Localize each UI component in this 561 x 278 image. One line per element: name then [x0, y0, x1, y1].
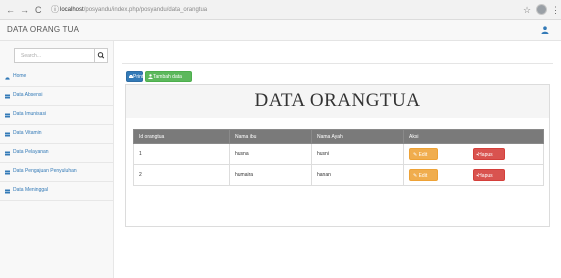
pencil-icon: ✎: [413, 173, 418, 179]
search-input[interactable]: [15, 49, 94, 62]
url-path: /posyandu/index.php/posyandu/data_orangt…: [83, 7, 208, 13]
sidebar-item-label: Data Vitamin: [13, 130, 42, 136]
table-icon: [5, 113, 10, 118]
sidebar-menu: Home Data Absensi Data Imunisasi Data Vi…: [0, 68, 113, 201]
browser-menu-icon[interactable]: ⋮: [551, 3, 560, 17]
info-icon[interactable]: ⓘ: [51, 3, 59, 17]
browser-toolbar: ← → C ⓘ localhost/posyandu/index.php/pos…: [0, 0, 561, 20]
cell-nama-ayah: hanan: [311, 164, 404, 186]
edit-label: Edit: [418, 173, 428, 179]
url-host: localhost: [60, 7, 84, 13]
cell-nama-ibu: humaira: [229, 164, 312, 186]
add-data-button-label: Tambah data: [153, 74, 182, 80]
edit-button[interactable]: ✎ Edit: [409, 169, 438, 181]
table-icon: [5, 170, 10, 175]
delete-label: Hapus: [478, 152, 493, 158]
column-header-id: Id orangtua: [133, 129, 230, 144]
print-button-label: Print: [133, 74, 144, 80]
cell-actions: ✎ Edit ▪Hapus: [403, 143, 544, 165]
cell-actions: ✎ Edit ▪Hapus: [403, 164, 544, 186]
sidebar-item-label: Data Pelayanan: [13, 149, 49, 155]
delete-button[interactable]: ▪Hapus: [473, 148, 506, 160]
edit-button[interactable]: ✎ Edit: [409, 148, 438, 160]
address-bar[interactable]: localhost/posyandu/index.php/posyandu/da…: [60, 3, 207, 17]
user-icon[interactable]: [541, 26, 549, 34]
table-icon: [5, 151, 10, 156]
sidebar-item-imunisasi[interactable]: Data Imunisasi: [0, 106, 113, 125]
table-icon: [5, 94, 10, 99]
search-button[interactable]: [94, 49, 107, 62]
column-header-nama-ayah: Nama Ayah: [311, 129, 404, 144]
cell-nama-ibu: husna: [229, 143, 312, 165]
delete-button[interactable]: ▪Hapus: [473, 169, 506, 181]
sidebar-item-label: Data Absensi: [13, 92, 43, 98]
sidebar-item-home[interactable]: Home: [0, 68, 113, 87]
main-content: Print Tambah data DATA ORANGTUA Id orang…: [114, 41, 561, 278]
dashboard-icon: [5, 77, 10, 80]
app-brand[interactable]: DATA ORANG TUA: [7, 25, 79, 34]
table-icon: [5, 189, 10, 194]
sidebar-item-penyuluhan[interactable]: Data Pengajuan Penyuluhan: [0, 163, 113, 182]
edit-label: Edit: [418, 152, 428, 158]
forward-arrow-icon[interactable]: →: [20, 3, 29, 17]
sidebar-item-label: Data Pengajuan Penyuluhan: [13, 168, 77, 174]
panel-heading: DATA ORANGTUA: [126, 85, 549, 118]
column-header-nama-ibu: Nama ibu: [229, 129, 312, 144]
table-row: 2 humaira hanan ✎ Edit ▪Hapus: [133, 164, 544, 186]
sidebar: Home Data Absensi Data Imunisasi Data Vi…: [0, 41, 114, 278]
pencil-icon: ✎: [413, 152, 418, 158]
table-header-row: Id orangtua Nama ibu Nama Ayah Aksi: [133, 129, 544, 144]
column-header-aksi: Aksi: [403, 129, 544, 144]
print-button[interactable]: Print: [126, 71, 143, 82]
orangtua-table: Id orangtua Nama ibu Nama Ayah Aksi 1 hu…: [133, 129, 544, 186]
sidebar-item-pelayanan[interactable]: Data Pelayanan: [0, 144, 113, 163]
sidebar-item-meninggal[interactable]: Data Meninggal: [0, 182, 113, 201]
reload-icon[interactable]: C: [35, 3, 42, 17]
table-row: 1 husna husni ✎ Edit ▪Hapus: [133, 143, 544, 165]
page-title: DATA ORANGTUA: [254, 90, 421, 111]
sidebar-item-label: Data Imunisasi: [13, 111, 47, 117]
sidebar-item-label: Data Meninggal: [13, 187, 49, 193]
search-icon: [97, 52, 105, 59]
app-header: DATA ORANG TUA: [0, 20, 561, 41]
search-box: [14, 48, 108, 63]
bookmark-star-icon[interactable]: ☆: [523, 3, 531, 17]
extension-icon[interactable]: [536, 4, 547, 15]
delete-label: Hapus: [478, 173, 493, 179]
cell-id: 2: [133, 164, 230, 186]
divider: [122, 63, 553, 64]
back-arrow-icon[interactable]: ←: [6, 3, 15, 17]
cell-nama-ayah: husni: [311, 143, 404, 165]
sidebar-item-vitamin[interactable]: Data Vitamin: [0, 125, 113, 144]
table-icon: [5, 132, 10, 137]
sidebar-item-label: Home: [13, 73, 27, 79]
data-panel: DATA ORANGTUA Id orangtua Nama ibu Nama …: [125, 84, 550, 227]
add-data-button[interactable]: Tambah data: [145, 71, 192, 82]
cell-id: 1: [133, 143, 230, 165]
sidebar-item-absensi[interactable]: Data Absensi: [0, 87, 113, 106]
